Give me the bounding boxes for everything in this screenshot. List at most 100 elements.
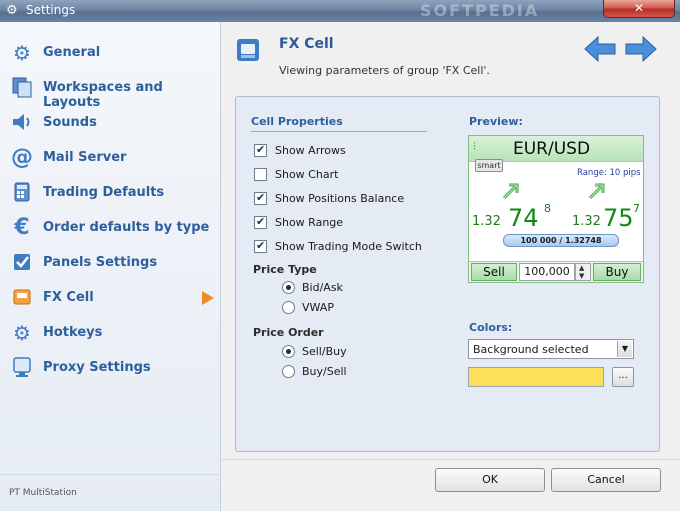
currency-pair: EUR/USD [513,139,591,159]
sidebar-item-label: Hotkeys [43,325,103,340]
sidebar-item-label: Order defaults by type [43,220,210,235]
title-bar: ⚙ Settings SOFTPEDIA ✕ [0,0,680,22]
buy-button[interactable]: Buy [593,263,641,281]
watermark: SOFTPEDIA [420,1,540,20]
main-content: FX Cell Viewing parameters of group 'FX … [222,22,680,511]
sidebar-item-hotkeys[interactable]: ⚙ Hotkeys [0,316,221,351]
chevron-down-icon[interactable]: ▼ [579,272,584,280]
close-button[interactable]: ✕ [603,0,675,18]
gear-icon: ⚙ [13,321,31,345]
sidebar-item-trading-defaults[interactable]: Trading Defaults [0,176,221,211]
sidebar-item-order-defaults[interactable]: € Order defaults by type [0,211,221,246]
close-icon: ✕ [633,1,645,15]
color-picker-button[interactable]: ... [612,367,634,387]
button-divider [222,459,680,460]
color-swatch[interactable] [468,367,604,387]
buy-price-big: 75 [603,204,634,232]
radio[interactable] [282,365,295,378]
buy-price-sup: 7 [633,202,640,215]
window-title: Settings [26,3,76,17]
sidebar-item-fx-cell[interactable]: FX Cell [0,281,221,316]
radio-label: VWAP [302,301,334,314]
fx-cell-preview: ⫶ EUR/USD smart Range: 10 pips 1.32 74 8… [468,135,644,283]
active-indicator-icon [202,291,214,305]
quantity-field[interactable]: 100,000 [519,263,575,281]
radio-label: Buy/Sell [302,365,347,378]
calculator-icon [10,181,34,205]
radio[interactable] [282,301,295,314]
layouts-icon [10,76,34,100]
proxy-icon [10,356,34,380]
sidebar-item-general[interactable]: ⚙ General [0,36,221,71]
sidebar-item-proxy-settings[interactable]: Proxy Settings [0,351,221,386]
checkbox-label: Show Arrows [275,144,346,157]
ok-button[interactable]: OK [435,468,545,492]
sidebar-item-panels-settings[interactable]: Panels Settings [0,246,221,281]
sidebar-item-label: Sounds [43,115,97,130]
sidebar-item-label: Proxy Settings [43,360,151,375]
radio-label: Sell/Buy [302,345,347,358]
radio[interactable] [282,281,295,294]
sidebar-divider [0,474,221,475]
radio-label: Bid/Ask [302,281,343,294]
trend-up-arrow-icon [501,181,523,201]
colors-heading: Colors: [469,321,513,334]
euro-icon: € [14,215,30,240]
range-label: Range: 10 pips [577,168,641,178]
buy-price-prefix: 1.32 [572,214,601,229]
smart-badge: smart [475,159,503,172]
chevron-up-icon[interactable]: ▲ [579,264,584,272]
preview-heading: Preview: [469,115,523,128]
checkbox-label: Show Range [275,216,344,229]
page-title: FX Cell [279,36,334,52]
checkbox[interactable] [254,191,267,205]
checkbox[interactable] [254,168,267,181]
sell-price-big: 74 [508,204,539,232]
cancel-button[interactable]: Cancel [551,468,661,492]
sell-button[interactable]: Sell [471,263,517,281]
sidebar-item-sounds[interactable]: Sounds [0,106,221,141]
sidebar-item-label: Panels Settings [43,255,158,270]
chart-icon: ⫶ [473,140,476,153]
settings-panel: Cell Properties Show Arrows Show Chart S… [235,96,660,452]
gear-icon: ⚙ [13,41,31,65]
checkbox-label: Show Trading Mode Switch [275,240,422,253]
cell-properties-heading: Cell Properties [251,115,343,128]
color-target-select[interactable]: Background selected ▼ [468,339,634,359]
sidebar-item-label: Mail Server [43,150,127,165]
checkbox-label: Show Chart [275,168,339,181]
gear-icon: ⚙ [6,3,18,18]
checkbox[interactable] [254,215,267,229]
checkbox-label: Show Positions Balance [275,192,405,205]
price-order-heading: Price Order [253,326,324,339]
quantity-stepper[interactable]: ▲ ▼ [575,263,591,281]
sidebar-item-mail-server[interactable]: @ Mail Server [0,141,221,176]
radio[interactable] [282,345,295,358]
positions-balance: 100 000 / 1.32748 [503,234,619,247]
sell-price-sup: 8 [544,202,551,215]
speaker-icon [10,111,34,135]
page-subtitle: Viewing parameters of group 'FX Cell'. [279,64,490,77]
back-arrow-icon[interactable] [584,35,616,63]
sell-price-prefix: 1.32 [472,214,501,229]
checkbox-icon [10,251,34,275]
checkbox[interactable] [254,143,267,157]
sidebar-item-workspaces[interactable]: Workspaces and Layouts [0,71,221,110]
sidebar-item-label: General [43,45,101,60]
forward-arrow-icon[interactable] [625,35,657,63]
sidebar-item-label: FX Cell [43,290,94,305]
select-value: Background selected [473,343,589,356]
checkbox[interactable] [254,239,267,253]
sidebar: ⚙ General Workspaces and Layouts Sounds … [0,22,221,511]
section-divider [251,131,427,132]
trend-up-arrow-icon [587,181,609,201]
app-name: PT MultiStation [9,488,77,498]
chevron-down-icon[interactable]: ▼ [617,341,632,357]
at-icon: @ [11,145,33,170]
fx-cell-trade-bar: Sell 100,000 ▲ ▼ Buy [469,261,643,282]
sidebar-item-label: Trading Defaults [43,185,165,200]
fx-cell-icon [10,286,34,310]
settings-window: ⚙ General Workspaces and Layouts Sounds … [0,22,680,511]
fx-cell-icon [235,35,263,65]
price-type-heading: Price Type [253,263,317,276]
